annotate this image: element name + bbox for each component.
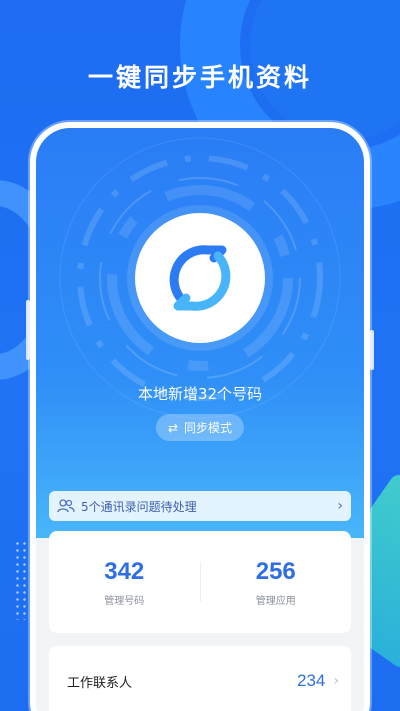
stat-managed-apps[interactable]: 256 管理应用 [201, 558, 352, 607]
work-contacts-count: 234 [297, 671, 326, 690]
stat-caption: 管理号码 [104, 595, 145, 607]
contacts-icon [57, 499, 75, 513]
sync-arrows-icon [169, 245, 231, 311]
page-title: 一键同步手机资料 [87, 63, 312, 92]
stat-value: 342 [104, 557, 145, 585]
sync-mode-button[interactable]: ⇄ 同步模式 [155, 414, 245, 441]
stats-card: 342 管理号码 256 管理应用 [49, 531, 351, 633]
work-contacts-row[interactable]: 工作联系人 234 › [49, 646, 351, 711]
contacts-issue-banner[interactable]: 5个通讯录问题待处理 › [49, 491, 351, 521]
work-contacts-label: 工作联系人 [67, 675, 133, 691]
chevron-right-icon: › [333, 673, 339, 689]
sync-button[interactable] [135, 213, 265, 343]
swap-icon: ⇄ [167, 420, 179, 435]
contacts-issue-text: 5个通讯录问题待处理 [81, 499, 197, 514]
stat-managed-numbers[interactable]: 342 管理号码 [49, 558, 200, 607]
phone-screen: 本地新增32个号码 ⇄ 同步模式 5个通讯录问题待处理 › 342 管理号码 2… [36, 128, 364, 711]
stat-value: 256 [255, 557, 296, 585]
stat-caption: 管理应用 [255, 595, 296, 607]
phone-frame: 本地新增32个号码 ⇄ 同步模式 5个通讯录问题待处理 › 342 管理号码 2… [30, 122, 370, 711]
phone-side-button [370, 330, 374, 370]
local-added-text: 本地新增32个号码 [137, 385, 263, 403]
chevron-right-icon: › [337, 498, 343, 514]
sync-mode-label: 同步模式 [184, 421, 233, 435]
